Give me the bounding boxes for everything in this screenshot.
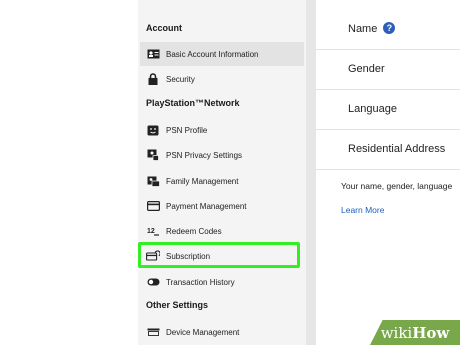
field-label-name: Name — [348, 23, 378, 35]
device-icon — [146, 326, 160, 338]
sidebar-item-psn-profile[interactable]: PSN Profile — [146, 118, 306, 142]
sidebar-item-basic-account-information[interactable]: Basic Account Information — [140, 42, 304, 66]
family-icon — [146, 175, 160, 187]
wikihow-watermark: wiki How — [370, 320, 460, 345]
sidebar-item-transaction-history[interactable]: Transaction History — [146, 270, 306, 294]
sidebar-item-payment-management[interactable]: Payment Management — [146, 194, 306, 218]
sidebar-item-label: Security — [166, 74, 195, 84]
account-details-panel: Name? Gender Language Residential Addres… — [316, 0, 460, 345]
sidebar-item-label: Family Management — [166, 176, 239, 186]
sidebar-item-family-management[interactable]: Family Management — [146, 169, 306, 193]
sidebar-divider — [306, 0, 316, 345]
field-row-name[interactable]: Name? — [316, 9, 460, 50]
description-text: Your name, gender, language — [341, 181, 453, 191]
svg-text:12: 12 — [147, 228, 155, 235]
toggle-icon — [146, 276, 160, 288]
sidebar-item-label: Basic Account Information — [166, 49, 259, 59]
sidebar-item-label: Payment Management — [166, 201, 247, 211]
section-title-other-settings: Other Settings — [146, 300, 209, 310]
field-row-residential-address[interactable]: Residential Address — [316, 129, 460, 170]
profile-face-icon — [146, 124, 160, 136]
learn-more-link[interactable]: Learn More — [341, 205, 384, 215]
field-label-language: Language — [348, 103, 397, 115]
field-label-container: Name? — [348, 22, 396, 35]
lock-icon — [146, 73, 160, 85]
sidebar-item-label: Device Management — [166, 327, 240, 337]
section-title-account: Account — [146, 23, 182, 33]
settings-sidebar: Account Basic Account Information Securi… — [138, 0, 312, 345]
sidebar-item-security[interactable]: Security — [146, 67, 306, 91]
privacy-icon — [146, 149, 160, 161]
id-card-icon — [146, 48, 160, 60]
sidebar-item-device-management[interactable]: Device Management — [146, 320, 306, 344]
sidebar-item-label: Redeem Codes — [166, 226, 222, 236]
left-margin — [0, 0, 138, 345]
sidebar-item-label: Transaction History — [166, 277, 235, 287]
section-title-psn: PlayStation™Network — [146, 98, 240, 108]
help-icon[interactable]: ? — [383, 22, 396, 34]
field-label-gender: Gender — [348, 63, 385, 75]
sidebar-item-label: PSN Privacy Settings — [166, 150, 243, 160]
watermark-prefix: wiki — [380, 323, 413, 342]
sidebar-item-label: PSN Profile — [166, 125, 208, 135]
code-icon: 12 — [146, 225, 160, 237]
sidebar-item-psn-privacy-settings[interactable]: PSN Privacy Settings — [146, 143, 306, 167]
field-row-gender[interactable]: Gender — [316, 49, 460, 90]
subscription-highlight-box — [138, 242, 300, 268]
credit-card-icon — [146, 200, 160, 212]
field-label-residential-address: Residential Address — [348, 143, 446, 155]
watermark-suffix: How — [412, 323, 450, 342]
sidebar-item-redeem-codes[interactable]: 12 Redeem Codes — [146, 219, 306, 243]
field-row-language[interactable]: Language — [316, 89, 460, 130]
